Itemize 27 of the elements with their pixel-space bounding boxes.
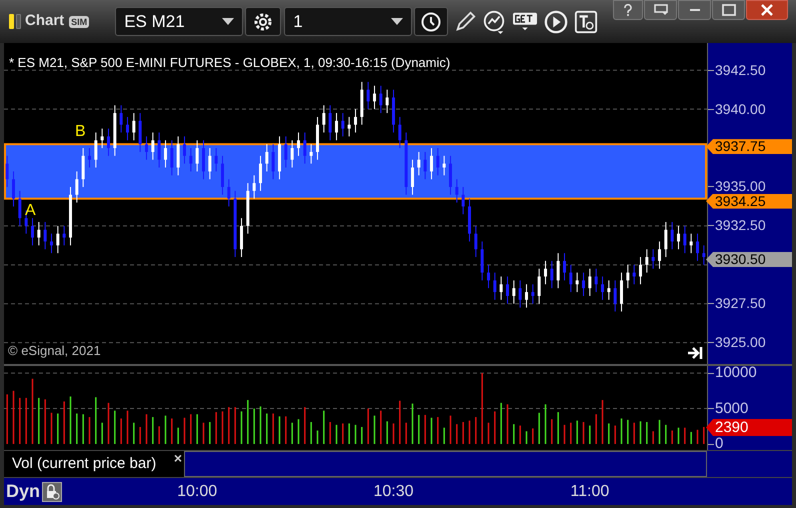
price-axis-label: 3935.00 <box>708 180 766 194</box>
time-axis-label: 10:30 <box>373 482 414 502</box>
price-marker: 3934.25 <box>706 194 792 209</box>
volume-axis-label: 5000 <box>708 400 748 417</box>
close-legend-button[interactable]: × <box>174 451 182 465</box>
sim-badge: SIM <box>69 16 90 28</box>
copyright-text: © eSignal, 2021 <box>8 342 101 360</box>
chart-caption: * ES M21, S&P 500 E-MINI FUTURES - GLOBEX, 1, 09:30-16:15 (Dynamic) <box>9 54 450 72</box>
price-axis-label: 3927.50 <box>708 297 766 310</box>
dynamic-label: Dyn <box>6 480 40 503</box>
interval-dropdown[interactable]: 1 <box>284 7 412 36</box>
zone-label: A <box>25 202 36 220</box>
volume-marker: 2390 <box>706 419 792 436</box>
indicator-legend: Vol (current price bar) <box>12 452 156 476</box>
price-axis-label: 3925.00 <box>708 336 766 350</box>
price-marker: 3930.50 <box>706 252 792 268</box>
price-axis-label: 3942.50 <box>708 64 766 77</box>
window-title: Chart <box>25 11 64 32</box>
price-marker: 3937.75 <box>706 139 792 154</box>
volume-axis-label: 10000 <box>708 365 757 382</box>
time-axis-label: 11:00 <box>570 482 610 502</box>
price-axis-label: 3932.50 <box>708 219 766 232</box>
symbol-dropdown[interactable]: ES M21 <box>115 7 244 36</box>
time-axis-label: 10:00 <box>177 482 218 502</box>
zone-label: B <box>75 123 86 142</box>
price-axis-label: 3940.00 <box>708 102 766 116</box>
volume-axis-label: 0 <box>708 436 724 452</box>
